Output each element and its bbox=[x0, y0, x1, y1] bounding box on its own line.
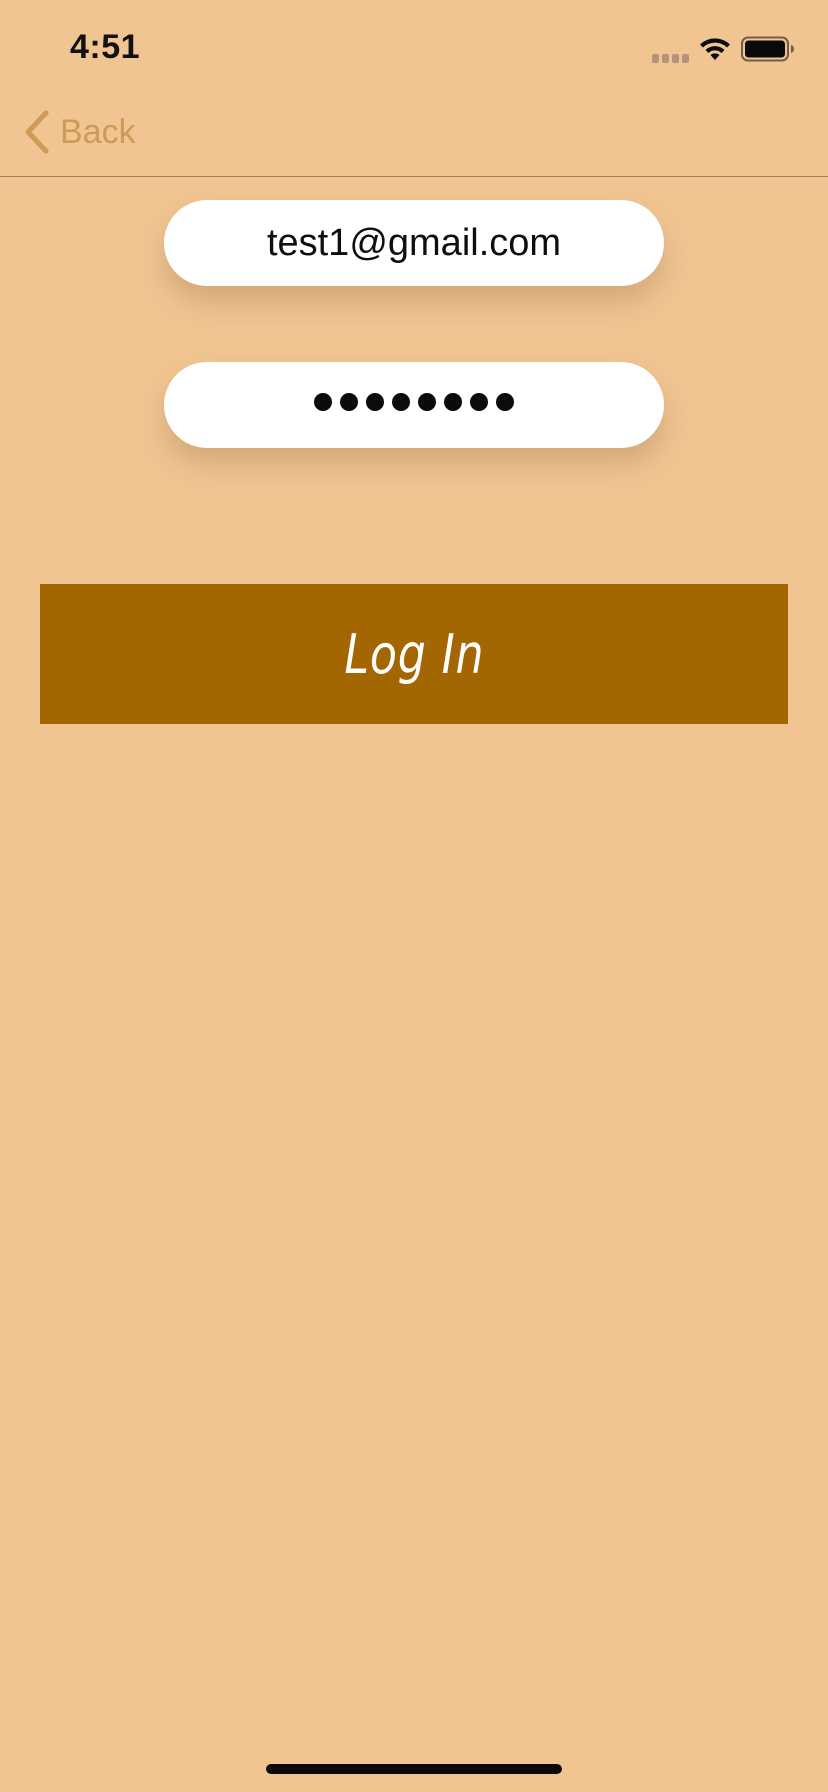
password-dot bbox=[470, 393, 488, 411]
password-dot bbox=[418, 393, 436, 411]
nav-divider bbox=[0, 176, 828, 177]
password-field[interactable] bbox=[164, 362, 664, 448]
back-label: Back bbox=[60, 112, 136, 151]
home-indicator bbox=[266, 1764, 562, 1774]
email-value: test1@gmail.com bbox=[266, 221, 562, 264]
chevron-left-icon bbox=[25, 110, 49, 154]
password-dot bbox=[496, 393, 514, 411]
password-dot bbox=[366, 393, 384, 411]
password-dot bbox=[340, 393, 358, 411]
back-button[interactable]: Back bbox=[22, 108, 136, 156]
cellular-signal-icon bbox=[652, 54, 692, 63]
password-dot bbox=[314, 393, 332, 411]
battery-full-icon bbox=[741, 36, 794, 62]
password-mask bbox=[314, 393, 514, 411]
email-field[interactable]: test1@gmail.com bbox=[164, 200, 664, 286]
login-button-label: Log In bbox=[344, 622, 484, 686]
password-dot bbox=[444, 393, 462, 411]
login-button[interactable]: Log In bbox=[40, 584, 788, 724]
wifi-icon bbox=[700, 38, 730, 60]
status-time: 4:51 bbox=[70, 28, 141, 66]
password-dot bbox=[392, 393, 410, 411]
